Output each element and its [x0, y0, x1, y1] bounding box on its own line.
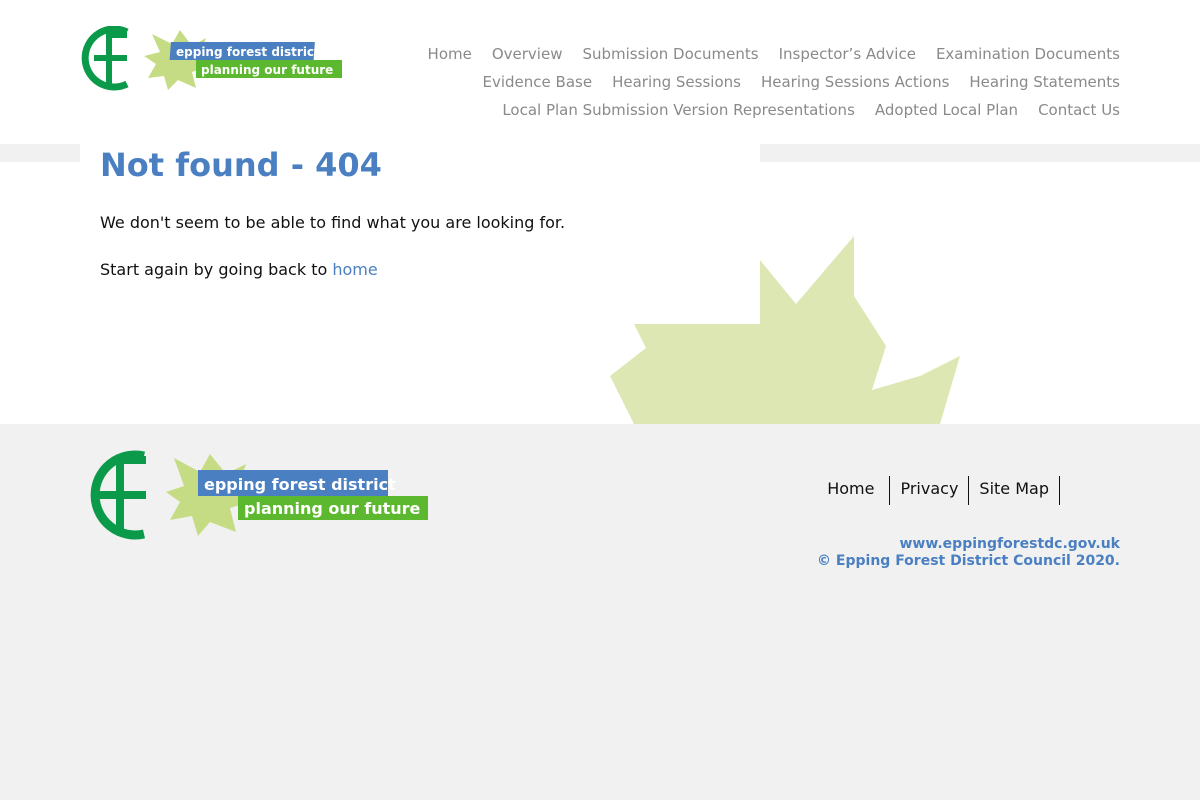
nav-row-3: Local Plan Submission Version Representa…	[360, 96, 1120, 124]
copyright-text: © Epping Forest District Council 2020.	[817, 553, 1120, 569]
nav-link-overview[interactable]: Overview	[492, 40, 563, 68]
site-header: epping forest district planning our futu…	[0, 0, 1200, 144]
footer-navigation: Home Privacy Site Map	[827, 476, 1060, 505]
logo-text-line1: epping forest district	[176, 45, 320, 59]
main-navigation: Home Overview Submission Documents Inspecto…	[360, 40, 1120, 124]
footer-link-site-map[interactable]: Site Map	[969, 476, 1060, 505]
nav-row-2: Evidence Base Hearing Sessions Hearing Ses…	[360, 68, 1120, 96]
logo-text-line2: planning our future	[201, 63, 333, 77]
footer-efdc-logo: epping forest district planning our futu…	[90, 450, 428, 540]
footer-link-privacy[interactable]: Privacy	[890, 476, 970, 505]
nav-link-hearing-sessions[interactable]: Hearing Sessions	[612, 68, 741, 96]
nav-link-submission-documents[interactable]: Submission Documents	[582, 40, 758, 68]
efdc-logo: epping forest district planning our futu…	[81, 26, 342, 91]
footer-logo-text-line1: epping forest district	[204, 475, 396, 494]
restart-text: Start again by going back to	[100, 260, 333, 279]
decorative-leaf-icon	[610, 236, 960, 424]
page-title: Not found - 404	[100, 146, 382, 184]
nav-link-adopted-local-plan[interactable]: Adopted Local Plan	[875, 96, 1018, 124]
ef-monogram-icon	[81, 26, 129, 91]
footer-logo-link[interactable]: epping forest district planning our futu…	[80, 450, 430, 540]
nav-link-evidence-base[interactable]: Evidence Base	[483, 68, 593, 96]
footer-link-home[interactable]: Home	[827, 476, 891, 505]
footer-ef-monogram-icon	[90, 450, 146, 540]
nav-link-hearing-sessions-actions[interactable]: Hearing Sessions Actions	[761, 68, 949, 96]
nav-link-local-plan-submission-version-representations[interactable]: Local Plan Submission Version Representa…	[502, 96, 855, 124]
not-found-message: We don't seem to be able to find what yo…	[100, 213, 566, 232]
home-link[interactable]: home	[332, 260, 377, 279]
footer-info: www.eppingforestdc.gov.uk © Epping Fores…	[817, 536, 1120, 570]
site-logo-link[interactable]: epping forest district planning our futu…	[80, 26, 342, 92]
nav-link-contact-us[interactable]: Contact Us	[1038, 96, 1120, 124]
nav-link-home[interactable]: Home	[428, 40, 472, 68]
nav-link-examination-documents[interactable]: Examination Documents	[936, 40, 1120, 68]
nav-row-1: Home Overview Submission Documents Inspecto…	[360, 40, 1120, 68]
nav-link-hearing-statements[interactable]: Hearing Statements	[969, 68, 1120, 96]
nav-link-inspector-s-advice[interactable]: Inspector’s Advice	[779, 40, 916, 68]
footer-logo-text-line2: planning our future	[244, 499, 421, 518]
restart-message: Start again by going back to home	[100, 260, 378, 279]
council-website-link[interactable]: www.eppingforestdc.gov.uk	[899, 536, 1120, 552]
